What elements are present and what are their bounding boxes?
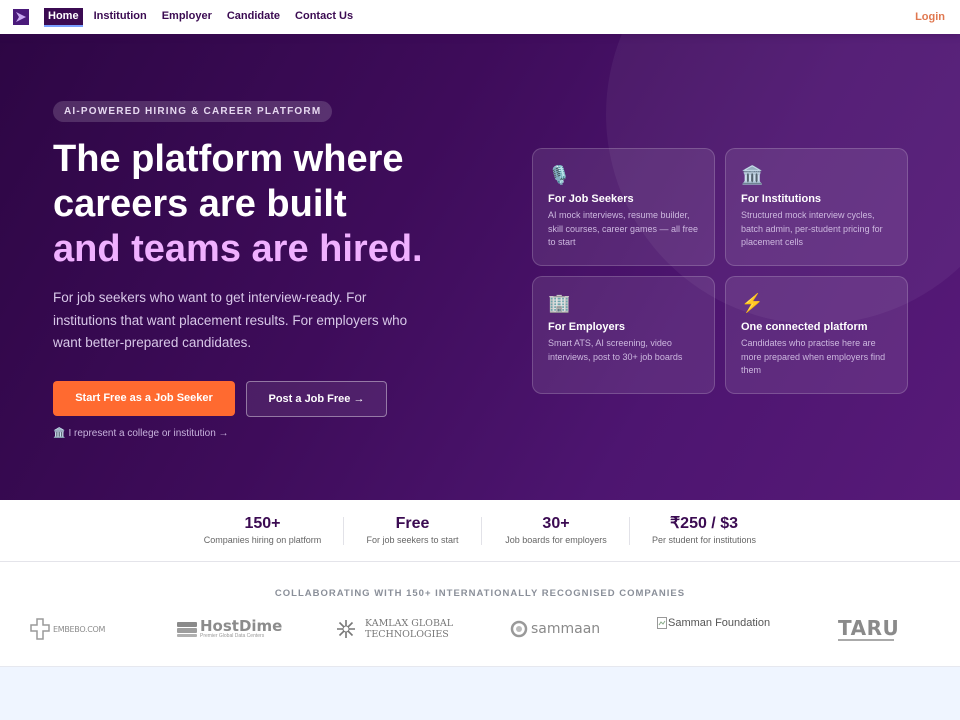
nav-institution[interactable]: Institution bbox=[90, 8, 151, 27]
card-title: One connected platform bbox=[741, 321, 868, 333]
stat-pricing: ₹250 / $3 Per student for institutions bbox=[636, 514, 772, 546]
top-navbar: Home Institution Employer Candidate Cont… bbox=[0, 0, 960, 34]
start-free-button[interactable]: Start Free as a Job Seeker bbox=[53, 381, 235, 416]
hero-headline: The platform where careers are built and… bbox=[53, 137, 423, 272]
stat-job-boards: 30+ Job boards for employers bbox=[490, 514, 622, 546]
bottom-section bbox=[0, 668, 960, 720]
card-job-seekers[interactable]: 🎙️ For Job Seekers AI mock interviews, r… bbox=[532, 148, 715, 266]
stat-label: Per student for institutions bbox=[651, 535, 757, 545]
nav-employer[interactable]: Employer bbox=[158, 8, 216, 27]
kamlax-star-icon bbox=[337, 620, 355, 638]
hero-section: AI-POWERED HIRING & CAREER PLATFORM The … bbox=[0, 34, 960, 500]
card-employers[interactable]: 🏢 For Employers Smart ATS, AI screening,… bbox=[532, 276, 715, 394]
post-job-button[interactable]: Post a Job Free → bbox=[246, 381, 387, 417]
stat-value: ₹250 / $3 bbox=[669, 515, 738, 532]
stat-label: Companies hiring on platform bbox=[203, 535, 322, 545]
stat-divider bbox=[343, 517, 344, 545]
brand-logo-icon[interactable] bbox=[13, 9, 29, 25]
institution-icon: 🏛️ bbox=[53, 428, 66, 439]
institution-icon: 🏛️ bbox=[741, 165, 764, 185]
card-title: For Employers bbox=[548, 321, 626, 333]
card-title: For Institutions bbox=[741, 193, 822, 205]
nav-home[interactable]: Home bbox=[44, 8, 83, 27]
office-building-icon: 🏢 bbox=[548, 293, 571, 313]
stats-bar: 150+ Companies hiring on platform Free F… bbox=[0, 500, 960, 562]
stat-label: For job seekers to start bbox=[366, 535, 459, 545]
card-description: Candidates who practise here are more pr… bbox=[741, 338, 886, 375]
hero-subtitle: For job seekers who want to get intervie… bbox=[53, 290, 408, 350]
stat-value: 150+ bbox=[244, 515, 281, 532]
embebo-cross-icon bbox=[30, 618, 50, 640]
stat-value: 30+ bbox=[542, 515, 570, 532]
samman-foundation-logo: Samman Foundation bbox=[657, 614, 770, 632]
taru-logo: TARU bbox=[838, 615, 900, 641]
lightning-icon: ⚡ bbox=[741, 293, 764, 313]
partners-title: COLLABORATING WITH 150+ INTERNATIONALLY … bbox=[274, 588, 686, 599]
card-description: Smart ATS, AI screening, video interview… bbox=[548, 338, 683, 362]
microphone-icon: 🎙️ bbox=[548, 165, 571, 185]
stat-divider bbox=[481, 517, 482, 545]
stat-label: Job boards for employers bbox=[505, 535, 607, 545]
card-connected-platform[interactable]: ⚡ One connected platform Candidates who … bbox=[725, 276, 908, 394]
login-link[interactable]: Login bbox=[915, 11, 945, 23]
hero-badge: AI-POWERED HIRING & CAREER PLATFORM bbox=[53, 101, 333, 122]
embebo-logo: EMBEBO.COM bbox=[30, 614, 105, 644]
partner-logos-section: COLLABORATING WITH 150+ INTERNATIONALLY … bbox=[0, 562, 960, 667]
stat-free: Free For job seekers to start bbox=[350, 514, 475, 546]
stat-divider bbox=[629, 517, 630, 545]
stat-companies: 150+ Companies hiring on platform bbox=[190, 514, 335, 546]
stat-value: Free bbox=[395, 515, 430, 532]
sammaan-ring-icon bbox=[510, 620, 528, 638]
card-institutions[interactable]: 🏛️ For Institutions Structured mock inte… bbox=[725, 148, 908, 266]
nav-links: Home Institution Employer Candidate Cont… bbox=[44, 8, 364, 27]
nav-contact-us[interactable]: Contact Us bbox=[291, 8, 357, 27]
institution-link-label: I represent a college or institution → bbox=[68, 428, 229, 439]
headline-line-2: careers are built bbox=[53, 183, 347, 225]
kamlax-logo: KAMLAX GLOBAL TECHNOLOGIES bbox=[336, 614, 453, 644]
nav-candidate[interactable]: Candidate bbox=[223, 8, 284, 27]
card-title: For Job Seekers bbox=[548, 193, 634, 205]
hostdime-server-icon bbox=[177, 622, 197, 637]
sammaan-logo: sammaan bbox=[510, 614, 600, 644]
headline-line-1: The platform where bbox=[53, 138, 404, 180]
hostdime-logo: HostDime Premier Global Data Centers bbox=[176, 614, 282, 644]
institution-link[interactable]: 🏛️ I represent a college or institution → bbox=[53, 428, 229, 439]
broken-image-icon bbox=[657, 617, 667, 629]
headline-line-3: and teams are hired. bbox=[53, 228, 423, 270]
card-description: Structured mock interview cycles, batch … bbox=[741, 210, 883, 247]
card-description: AI mock interviews, resume builder, skil… bbox=[548, 210, 699, 247]
